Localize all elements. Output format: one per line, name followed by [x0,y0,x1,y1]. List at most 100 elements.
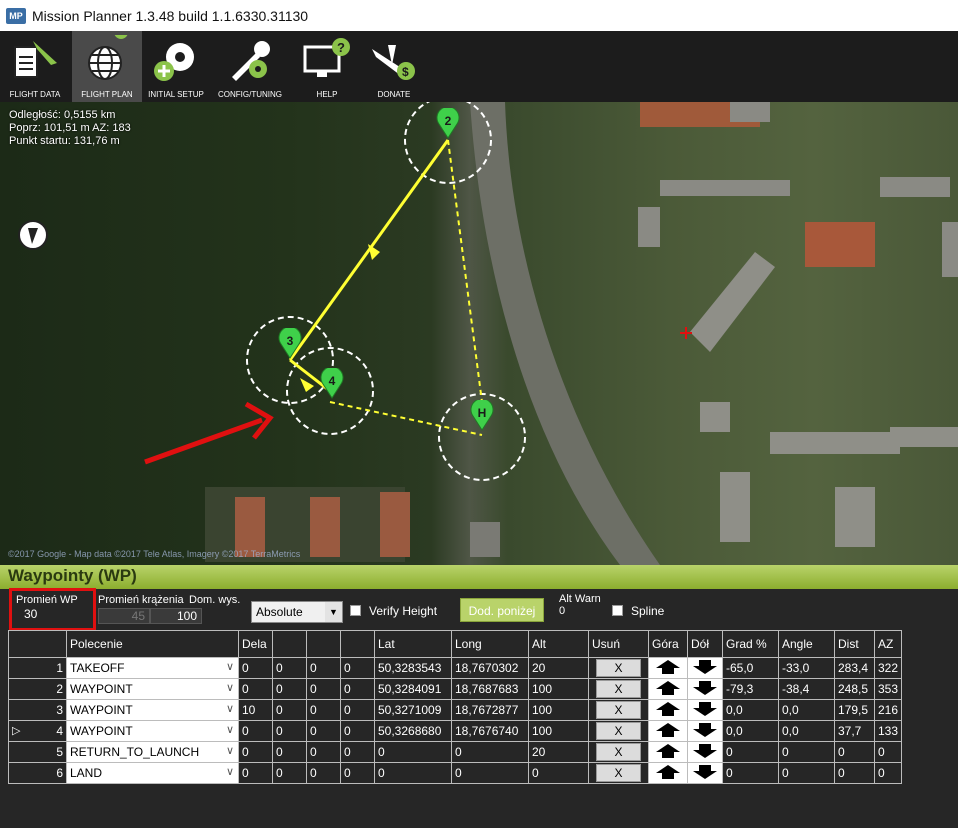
move-up-button[interactable] [648,678,688,700]
column-header[interactable]: Polecenie [66,630,239,658]
alt-cell[interactable]: 20 [528,741,589,763]
add-below-button[interactable]: Dod. poniżej [460,598,544,622]
table-row[interactable]: 3 WAYPOINT ∨ 10 0 0 0 50,3271009 18,7672877 100 X 0… [8,699,903,721]
delete-button[interactable]: X [596,743,641,761]
move-up-button[interactable] [648,657,688,679]
move-up-button[interactable] [648,699,688,721]
param-cell[interactable]: 0 [272,720,307,742]
param-cell[interactable]: 0 [340,657,375,679]
command-select[interactable]: RETURN_TO_LAUNCH ∨ [66,741,239,763]
initial-setup-button[interactable]: INITIAL SETUP [144,31,208,102]
help-button[interactable]: ? HELP [295,31,359,102]
param-cell[interactable]: 0 [272,657,307,679]
donate-button[interactable]: $ DONATE [362,31,426,102]
lat-cell[interactable]: 0 [374,741,452,763]
param-cell[interactable]: 0 [340,678,375,700]
param-cell[interactable]: 0 [238,762,273,784]
waypoint-marker[interactable]: 2 [436,108,460,140]
move-down-button[interactable] [687,657,723,679]
column-header[interactable]: Dół [687,630,723,658]
column-header[interactable]: Góra [648,630,688,658]
long-cell[interactable]: 18,7672877 [451,699,529,721]
delete-button[interactable]: X [596,659,641,677]
param-cell[interactable]: 0 [272,699,307,721]
command-select[interactable]: WAYPOINT ∨ [66,678,239,700]
param-cell[interactable]: 0 [306,678,341,700]
delete-button[interactable]: X [596,680,641,698]
column-header[interactable]: Dist [834,630,875,658]
command-select[interactable]: TAKEOFF ∨ [66,657,239,679]
table-row[interactable]: 2 WAYPOINT ∨ 0 0 0 0 50,3284091 18,7687683 100 X -7… [8,678,903,700]
alt-cell[interactable]: 100 [528,678,589,700]
spline-checkbox[interactable] [612,605,623,616]
delete-button[interactable]: X [596,764,641,782]
alt-cell[interactable]: 0 [528,762,589,784]
column-header[interactable]: Dela [238,630,273,658]
long-cell[interactable]: 0 [451,741,529,763]
waypoints-header[interactable]: Waypointy (WP) [0,565,958,589]
alt-warn-input[interactable]: 0 [559,605,565,617]
table-row[interactable]: 5 RETURN_TO_LAUNCH ∨ 0 0 0 0 0 0 20 X 0 0 0 0 [8,741,903,763]
command-select[interactable]: WAYPOINT ∨ [66,720,239,742]
row-number[interactable]: 6 [8,762,67,784]
config-tuning-button[interactable]: CONFIG/TUNING [210,31,290,102]
delete-button[interactable]: X [596,722,641,740]
column-header[interactable]: Alt [528,630,589,658]
command-select[interactable]: LAND ∨ [66,762,239,784]
row-number[interactable]: 3 [8,699,67,721]
param-cell[interactable]: 0 [340,741,375,763]
param-cell[interactable]: 0 [238,678,273,700]
table-row[interactable]: ▷ 4 WAYPOINT ∨ 0 0 0 0 50,3268680 18,7676740 100 X 0… [8,720,903,742]
column-header[interactable] [272,630,307,658]
move-up-button[interactable] [648,720,688,742]
move-down-button[interactable] [687,720,723,742]
param-cell[interactable]: 0 [272,762,307,784]
waypoint-marker[interactable]: 4 [320,368,344,400]
param-cell[interactable]: 0 [306,720,341,742]
flight-plan-button[interactable]: FLIGHT PLAN [72,31,142,102]
lat-cell[interactable]: 0 [374,762,452,784]
param-cell[interactable]: 0 [306,762,341,784]
lat-cell[interactable]: 50,3268680 [374,720,452,742]
move-down-button[interactable] [687,699,723,721]
alt-cell[interactable]: 20 [528,657,589,679]
verify-height-checkbox[interactable] [350,605,361,616]
column-header[interactable] [340,630,375,658]
long-cell[interactable]: 0 [451,762,529,784]
move-up-button[interactable] [648,741,688,763]
move-down-button[interactable] [687,741,723,763]
flight-data-button[interactable]: FLIGHT DATA [0,31,70,102]
alt-mode-select[interactable]: Absolute ▼ [251,601,343,623]
home-marker[interactable]: H [470,400,494,432]
alt-cell[interactable]: 100 [528,699,589,721]
long-cell[interactable]: 18,7670302 [451,657,529,679]
delete-button[interactable]: X [596,701,641,719]
column-header[interactable]: AZ [873,630,903,658]
loiter-radius-input[interactable]: 45 [98,608,150,624]
column-header[interactable]: Grad % [722,630,779,658]
param-cell[interactable]: 0 [340,720,375,742]
column-header[interactable]: Long [451,630,529,658]
column-header[interactable]: Usuń [588,630,649,658]
move-down-button[interactable] [687,762,723,784]
command-select[interactable]: WAYPOINT ∨ [66,699,239,721]
param-cell[interactable]: 0 [238,720,273,742]
table-row[interactable]: 1 TAKEOFF ∨ 0 0 0 0 50,3283543 18,7670302 20 X -65,… [8,657,903,679]
row-number[interactable]: 1 [8,657,67,679]
move-down-button[interactable] [687,678,723,700]
column-header[interactable]: Lat [374,630,452,658]
column-header[interactable]: Angle [778,630,835,658]
param-cell[interactable]: 0 [306,657,341,679]
param-cell[interactable]: 0 [340,762,375,784]
table-row[interactable]: 6 LAND ∨ 0 0 0 0 0 0 0 X 0 0 0 0 [8,762,903,784]
param-cell[interactable]: 0 [272,678,307,700]
lat-cell[interactable]: 50,3283543 [374,657,452,679]
alt-cell[interactable]: 100 [528,720,589,742]
row-number[interactable]: 5 [8,741,67,763]
column-header[interactable] [306,630,341,658]
waypoint-marker[interactable]: 3 [278,328,302,360]
param-cell[interactable]: 10 [238,699,273,721]
lat-cell[interactable]: 50,3271009 [374,699,452,721]
param-cell[interactable]: 0 [306,699,341,721]
default-alt-input[interactable]: 100 [150,608,202,624]
